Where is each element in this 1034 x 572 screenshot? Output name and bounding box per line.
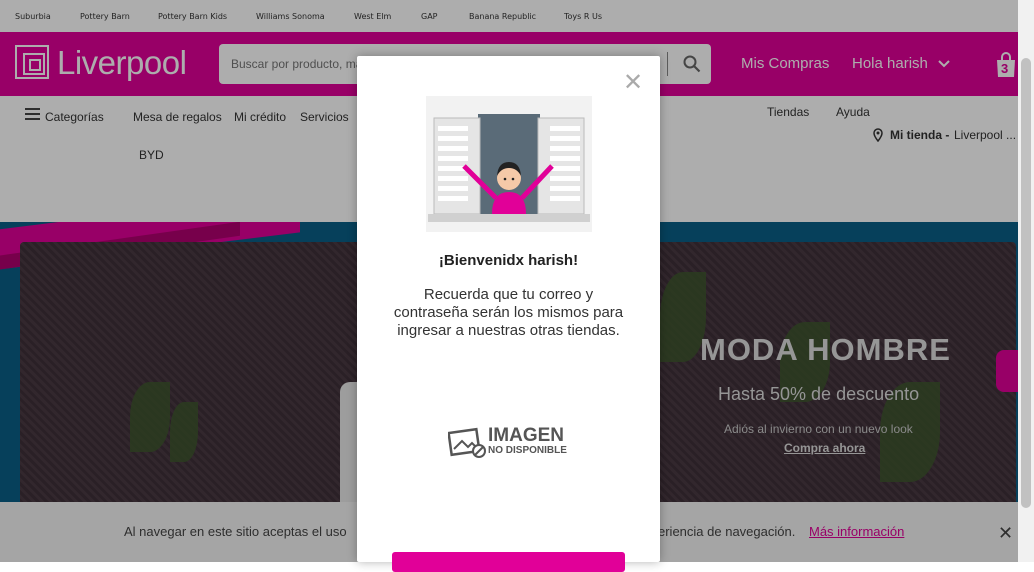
no-image-subtitle: NO DISPONIBLE [488, 445, 567, 456]
welcome-modal: ✕ ¡Bienvenidx harish! Recuerda que tu co… [357, 56, 660, 572]
page-scrollbar[interactable] [1018, 0, 1034, 562]
welcome-window-illustration [426, 96, 592, 232]
image-unavailable-placeholder: IMAGEN NO DISPONIBLE [447, 425, 573, 463]
broken-image-icon [447, 427, 486, 458]
no-image-title: IMAGEN [488, 425, 564, 446]
modal-continue-button[interactable] [392, 552, 625, 572]
scrollbar-thumb[interactable] [1021, 58, 1031, 508]
modal-title: ¡Bienvenidx harish! [438, 252, 579, 269]
close-icon[interactable]: ✕ [623, 68, 643, 97]
modal-text: Recuerda que tu correo y contraseña será… [393, 286, 624, 339]
